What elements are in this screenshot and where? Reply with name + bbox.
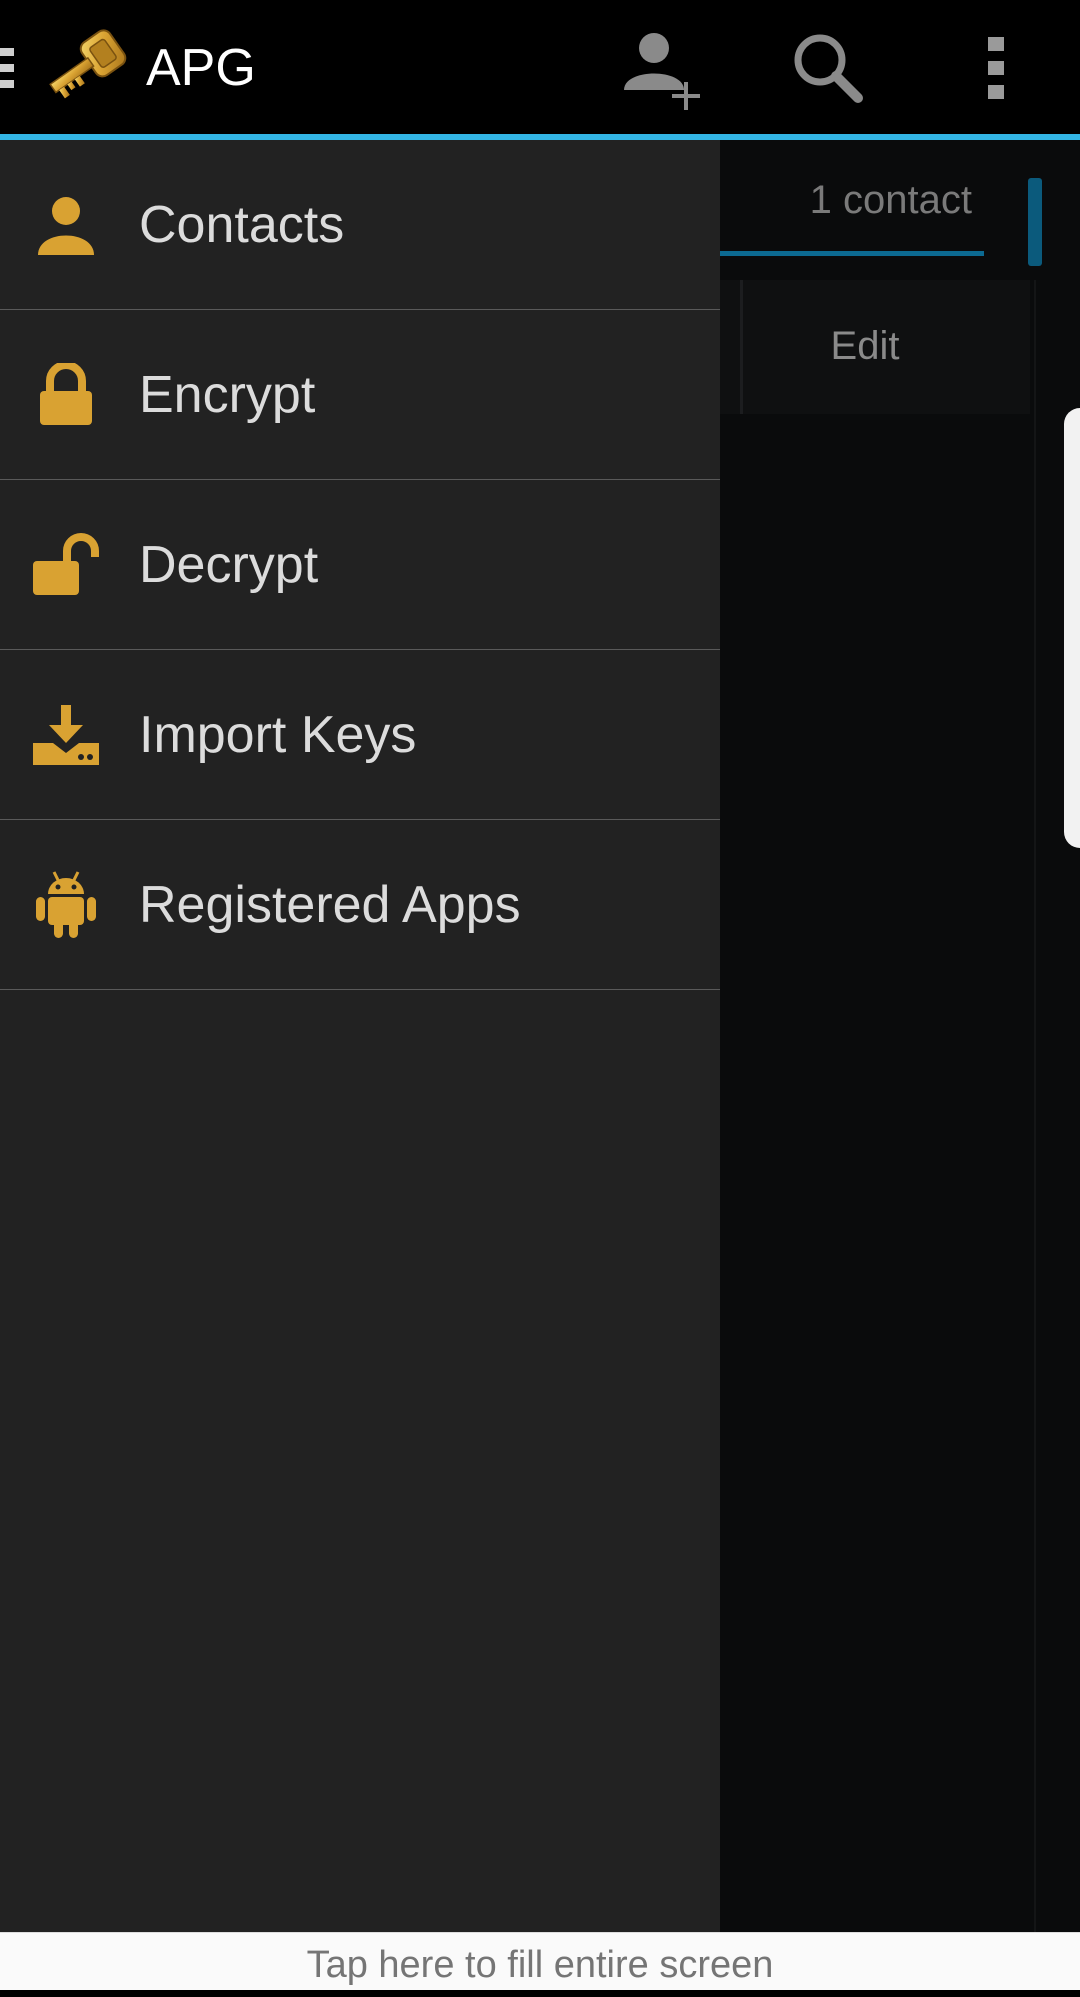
app-title: APG — [146, 39, 256, 97]
add-contact-button[interactable] — [612, 20, 708, 116]
drawer-item-import-keys[interactable]: Import Keys — [0, 650, 720, 820]
navigation-drawer: Contacts Encrypt Decrypt Import Keys Reg… — [0, 140, 720, 1932]
person-icon — [30, 189, 102, 261]
android-icon — [30, 869, 102, 941]
lock-open-icon — [30, 529, 102, 601]
content-divider — [1034, 280, 1036, 1980]
drawer-item-label: Import Keys — [139, 705, 417, 764]
person-add-icon — [624, 33, 700, 110]
drawer-item-registered-apps[interactable]: Registered Apps — [0, 820, 720, 990]
drawer-item-label: Contacts — [139, 195, 345, 254]
download-icon — [30, 699, 102, 771]
golden-key-icon[interactable] — [38, 24, 132, 108]
drawer-item-encrypt[interactable]: Encrypt — [0, 310, 720, 480]
drawer-item-label: Decrypt — [139, 535, 319, 594]
action-bar: APG — [0, 0, 1080, 134]
tab-contacts-count[interactable]: 1 contact — [720, 170, 984, 256]
drawer-indicator-icon[interactable] — [0, 48, 14, 94]
fill-screen-bar[interactable]: Tap here to fill entire screen — [0, 1932, 1080, 1990]
drawer-item-decrypt[interactable]: Decrypt — [0, 480, 720, 650]
overflow-menu-icon — [988, 37, 1004, 99]
drawer-item-label: Encrypt — [139, 365, 316, 424]
lock-closed-icon — [30, 359, 102, 431]
drawer-item-contacts[interactable]: Contacts — [0, 140, 720, 310]
search-icon — [794, 34, 863, 103]
scrollbar-thumb[interactable] — [1028, 178, 1042, 266]
row-divider — [740, 280, 743, 414]
edge-panel-handle[interactable] — [1064, 408, 1080, 848]
drawer-item-label: Registered Apps — [139, 875, 521, 934]
overflow-menu-button[interactable] — [948, 20, 1044, 116]
edit-button[interactable]: Edit — [800, 324, 930, 369]
search-button[interactable] — [780, 20, 876, 116]
